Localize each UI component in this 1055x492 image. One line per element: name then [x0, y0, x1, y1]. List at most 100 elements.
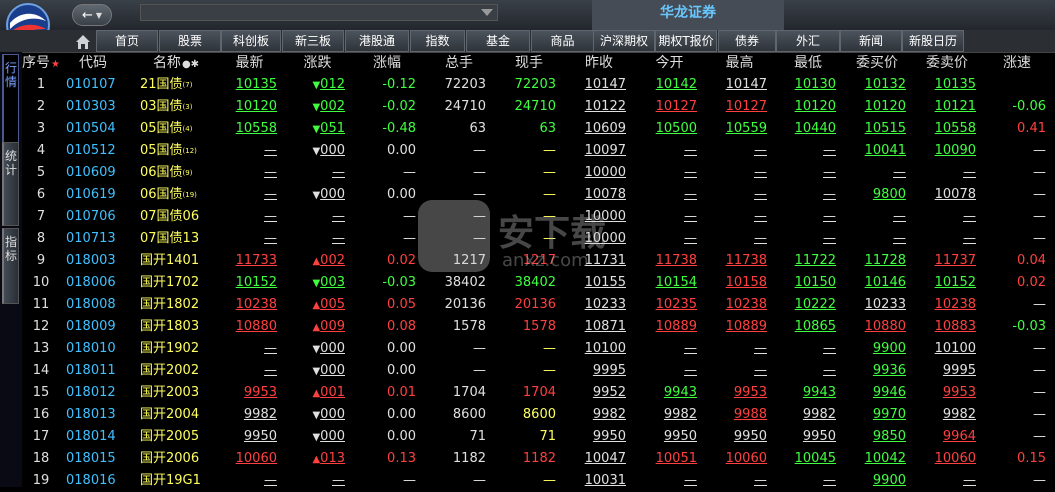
- cell-seq: 2: [22, 96, 60, 118]
- cell-high: 9950: [712, 426, 767, 448]
- column-header-change[interactable]: 涨跌: [290, 52, 345, 74]
- cell-last: —: [222, 162, 277, 184]
- cell-prev-close: 10609: [572, 118, 626, 140]
- column-header-pct[interactable]: 涨幅: [358, 52, 416, 74]
- cell-value: 3: [36, 121, 46, 136]
- table-row[interactable]: 19 018016 国开19G1 — — — — — 10031 — — — 9900 — —: [22, 470, 1055, 492]
- table-row[interactable]: 12 018009 国开1803 10880 ▲009 0.08 1578 1578 10871…: [22, 316, 1055, 338]
- side-tab-indicators[interactable]: 指标: [2, 228, 19, 304]
- table-row[interactable]: 5 010609 06国债(9) — — — — — 10000 — — — — — —: [22, 162, 1055, 184]
- cell-open: —: [642, 470, 697, 492]
- menu-item[interactable]: 新闻: [840, 30, 902, 52]
- cell-value: 010609: [66, 165, 116, 180]
- table-row[interactable]: 1 010107 21国债(7) 10135 ▼012 -0.12 72203 72203 10…: [22, 74, 1055, 96]
- cell-value: 10233: [584, 297, 626, 312]
- cell-value: —: [264, 231, 277, 246]
- menu-item[interactable]: 外汇: [776, 30, 840, 52]
- cell-value: 10045: [794, 451, 836, 466]
- cell-value: —: [473, 341, 486, 356]
- address-combo[interactable]: [140, 4, 498, 21]
- menu-item[interactable]: 基金: [466, 30, 530, 52]
- cell-high: 9953: [712, 382, 767, 404]
- column-header-prev-close[interactable]: 昨收: [572, 52, 626, 74]
- table-row[interactable]: 4 010512 05国债(12) — ▼000 0.00 — — 10097 — — — 10041 1…: [22, 140, 1055, 162]
- column-header-volume[interactable]: 总手: [432, 52, 486, 74]
- cell-value: 10060: [725, 451, 767, 466]
- cell-high: —: [712, 228, 767, 250]
- cell-speed: [988, 74, 1046, 96]
- home-icon[interactable]: [74, 33, 92, 51]
- cell-name: 06国债(19): [140, 184, 212, 206]
- column-header-speed[interactable]: 涨速: [988, 52, 1046, 74]
- menu-item[interactable]: 沪深期权: [593, 30, 655, 52]
- column-header-high[interactable]: 最高: [712, 52, 767, 74]
- menu-item[interactable]: 指数: [410, 30, 465, 52]
- table-row[interactable]: 17 018014 国开2005 9950 ▼000 0.00 71 71 9950 9950 99…: [22, 426, 1055, 448]
- side-tab-stats[interactable]: 统计: [2, 142, 19, 226]
- cell-value: —: [403, 473, 416, 488]
- cell-value: 010706: [66, 209, 116, 224]
- cell-value: —: [823, 363, 836, 378]
- cell-value: —: [823, 165, 836, 180]
- cell-current-vol: —: [502, 360, 556, 382]
- menu-item[interactable]: 科创板: [221, 30, 281, 52]
- column-header-name[interactable]: 名称●✱: [140, 52, 212, 74]
- column-header-bid[interactable]: 委买价: [848, 52, 906, 74]
- column-header-ask[interactable]: 委卖价: [918, 52, 976, 74]
- cell-value: 国开2004: [140, 407, 200, 422]
- cell-value: 10609: [584, 121, 626, 136]
- cell-seq: 13: [22, 338, 60, 360]
- cell-name: 国开19G1: [140, 470, 212, 492]
- cell-open: 10889: [642, 316, 697, 338]
- menu-item[interactable]: 新股日历: [902, 30, 964, 52]
- cell-low: 10222: [780, 294, 836, 316]
- cell-pct: 0.00: [358, 360, 416, 382]
- column-header-last[interactable]: 最新: [222, 52, 277, 74]
- column-header-low[interactable]: 最低: [780, 52, 836, 74]
- menu-item[interactable]: 商品: [531, 30, 594, 52]
- cell-prev-close: 10047: [572, 448, 626, 470]
- cell-value: 10042: [864, 451, 906, 466]
- menu-item[interactable]: 新三板: [282, 30, 344, 52]
- cell-speed: —: [988, 426, 1046, 448]
- column-header-seq[interactable]: 序号★: [22, 52, 60, 74]
- menu-item[interactable]: 期权T报价: [655, 30, 717, 52]
- column-header-code[interactable]: 代码: [66, 52, 120, 74]
- back-button[interactable]: ← ▼: [72, 4, 112, 26]
- table-row[interactable]: 15 018012 国开2003 9953 ▲001 0.01 1704 1704 9952 99…: [22, 382, 1055, 404]
- cell-value: —: [684, 165, 697, 180]
- table-row[interactable]: 3 010504 05国债(4) 10558 ▼051 -0.48 63 63 10609 105…: [22, 118, 1055, 140]
- cell-value: 018009: [66, 319, 116, 334]
- table-row[interactable]: 11 018008 国开1802 10238 ▲005 0.05 20136 20136 102…: [22, 294, 1055, 316]
- menu-item[interactable]: 港股通: [345, 30, 409, 52]
- cell-value: 24710: [444, 99, 486, 114]
- side-tab-quotes[interactable]: 行情: [2, 54, 19, 144]
- cell-value: 018015: [66, 451, 116, 466]
- cell-value: —: [1033, 231, 1046, 246]
- cell-prev-close: 10871: [572, 316, 626, 338]
- table-row[interactable]: 2 010303 03国债(3) 10120 ▼002 -0.02 24710 24710 10…: [22, 96, 1055, 118]
- cell-value: —: [893, 231, 906, 246]
- cell-value: 000: [320, 363, 345, 378]
- column-header-current-vol[interactable]: 现手: [502, 52, 556, 74]
- cell-prev-close: 10147: [572, 74, 626, 96]
- table-row[interactable]: 13 018010 国开1902 — ▼000 0.00 — — 10100 — — — 9900 101…: [22, 338, 1055, 360]
- menu-item[interactable]: 首页: [96, 30, 158, 52]
- cell-low: 9982: [780, 404, 836, 426]
- cell-low: —: [780, 338, 836, 360]
- cell-value: —: [963, 209, 976, 224]
- table-row[interactable]: 16 018013 国开2004 9982 ▼000 0.00 8600 8600 9982 99…: [22, 404, 1055, 426]
- menu-item[interactable]: 债券: [718, 30, 776, 52]
- menu-item[interactable]: 股票: [159, 30, 221, 52]
- table-row[interactable]: 18 018015 国开2006 10060 ▲013 0.13 1182 1182 10047…: [22, 448, 1055, 470]
- chevron-down-icon[interactable]: [481, 9, 493, 16]
- cell-value: 018006: [66, 275, 116, 290]
- cell-bid: 10042: [848, 448, 906, 470]
- cell-volume: —: [432, 162, 486, 184]
- column-header-open[interactable]: 今开: [642, 52, 697, 74]
- cell-value: 9800: [872, 187, 906, 202]
- cell-last: 9982: [222, 404, 277, 426]
- cell-bid: 9800: [848, 184, 906, 206]
- table-row[interactable]: 14 018011 国开2002 — ▼000 0.00 — — 9995 — — — 9936 9995…: [22, 360, 1055, 382]
- cell-code: 018013: [66, 404, 120, 426]
